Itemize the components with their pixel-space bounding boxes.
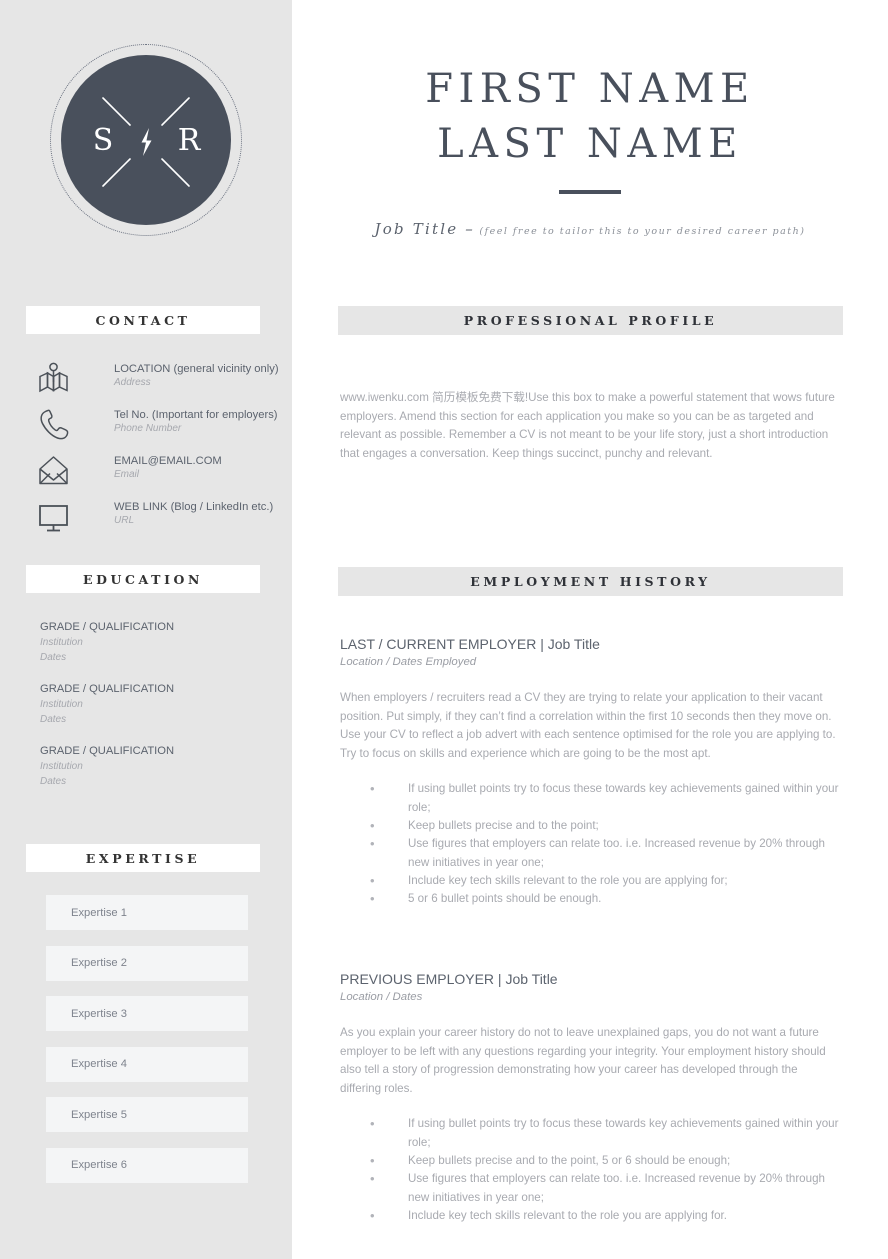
contact-sub-phone: Phone Number (114, 423, 182, 434)
list-item: Keep bullets precise and to the point; (340, 817, 840, 836)
logo-left-initial: S (93, 123, 114, 158)
contact-item-location: LOCATION (general vicinity only) Address (26, 356, 279, 402)
education-institution: Institution (40, 699, 83, 710)
list-item: Include key tech skills relevant to the … (340, 872, 840, 891)
expertise-item[interactable]: Expertise 6 (46, 1147, 248, 1183)
education-list: GRADE / QUALIFICATION Institution Dates … (40, 620, 275, 806)
contact-main-location: LOCATION (general vicinity only) (114, 363, 279, 375)
employer-bullet-list: If using bullet points try to focus thes… (340, 1115, 840, 1225)
education-item: GRADE / QUALIFICATION Institution Dates (40, 682, 275, 727)
contact-item-phone: Tel No. (Important for employers) Phone … (26, 402, 278, 448)
employment-entry-previous: PREVIOUS EMPLOYER | Job Title Location /… (340, 970, 840, 1225)
education-grade: GRADE / QUALIFICATION (40, 745, 175, 757)
contact-text-phone: Tel No. (Important for employers) Phone … (114, 408, 289, 436)
education-grade: GRADE / QUALIFICATION (40, 621, 175, 633)
sidebar-section-header-education: EDUCATION (26, 565, 260, 593)
education-dates: Dates (40, 714, 67, 725)
main-section-header-profile: PROFESSIONAL PROFILE (338, 306, 843, 335)
map-pin-icon (34, 360, 74, 398)
expertise-label: Expertise 4 (71, 1058, 127, 1070)
expertise-label: Expertise 5 (71, 1108, 127, 1121)
expertise-label: Expertise 1 (71, 906, 127, 919)
contact-text-email: EMAIL@EMAIL.COM Email (114, 454, 289, 482)
cv-page: S R CONTACT LOCATION (general vicinity o… (0, 0, 888, 1259)
contact-sub-email: Email (114, 469, 140, 480)
expertise-section-title: EXPERTISE (85, 850, 201, 866)
employer-heading: LAST / CURRENT EMPLOYER | Job Title (340, 636, 600, 652)
education-dates: Dates (40, 776, 67, 787)
education-institution: Institution (40, 761, 83, 772)
expertise-item[interactable]: Expertise 1 (46, 895, 248, 930)
expertise-item[interactable]: Expertise 4 (46, 1046, 248, 1082)
employer-subheading: Location / Dates Employed (340, 656, 477, 668)
expertise-item[interactable]: Expertise 3 (46, 996, 248, 1031)
first-name: FIRST NAME (425, 66, 755, 112)
contact-item-email: EMAIL@EMAIL.COM Email (26, 448, 276, 494)
last-name: LAST NAME (437, 121, 743, 167)
contact-main-email: EMAIL@EMAIL.COM (114, 455, 222, 467)
employer-heading: PREVIOUS EMPLOYER | Job Title (340, 971, 558, 987)
contact-main-phone: Tel No. (Important for employers) (114, 409, 278, 421)
title-divider (559, 190, 621, 194)
page-title: FIRST NAME LAST NAME (292, 62, 888, 172)
employment-section-title: EMPLOYMENT HISTORY (470, 574, 711, 589)
employer-subheading: Location / Dates (340, 991, 423, 1003)
list-item: If using bullet points try to focus thes… (340, 1115, 840, 1152)
expertise-label: Expertise 2 (71, 957, 127, 969)
profile-body-text: www.iwenku.com 简历模板免费下载!Use this box to … (340, 391, 835, 460)
main-section-header-employment: EMPLOYMENT HISTORY (338, 567, 843, 596)
contact-text-website: WEB LINK (Blog / LinkedIn etc.) URL (114, 500, 289, 528)
logo-right-initial: R (178, 123, 202, 158)
contact-list: LOCATION (general vicinity only) Address… (26, 356, 279, 540)
sidebar-section-header-contact: CONTACT (26, 306, 260, 334)
employer-paragraph: When employers / recruiters read a CV th… (340, 691, 836, 760)
education-grade: GRADE / QUALIFICATION (40, 683, 175, 695)
sidebar: S R CONTACT LOCATION (general vicinity o… (0, 0, 292, 1259)
list-item: 5 or 6 bullet points should be enough. (340, 890, 840, 909)
logo-artwork: S R (93, 97, 202, 187)
phone-icon (34, 406, 74, 444)
list-item: If using bullet points try to focus thes… (340, 780, 840, 817)
lightning-bolt-icon (141, 128, 152, 156)
expertise-item[interactable]: Expertise 5 (46, 1097, 248, 1132)
employer-paragraph: As you explain your career history do no… (340, 1026, 826, 1095)
sidebar-section-header-expertise: EXPERTISE (26, 844, 260, 872)
main-content: FIRST NAME LAST NAME Job Title – (feel f… (292, 0, 888, 1259)
expertise-label: Expertise 6 (71, 1159, 127, 1171)
contact-text-location: LOCATION (general vicinity only) Address (114, 362, 289, 390)
expertise-item[interactable]: Expertise 2 (46, 945, 248, 981)
list-item: Use figures that employers can relate to… (340, 1170, 840, 1207)
profile-section-title: PROFESSIONAL PROFILE (463, 313, 718, 328)
contact-sub-location: Address (114, 377, 151, 388)
employer-bullet-list: If using bullet points try to focus thes… (340, 780, 840, 908)
expertise-label: Expertise 3 (71, 1007, 127, 1020)
contact-item-website: WEB LINK (Blog / LinkedIn etc.) URL (26, 494, 276, 540)
job-title-text: Job Title – (374, 220, 475, 238)
envelope-icon (34, 452, 74, 490)
contact-main-website: WEB LINK (Blog / LinkedIn etc.) (114, 501, 274, 513)
expertise-list: Expertise 1 Expertise 2 Expertise 3 Expe… (46, 895, 248, 1198)
education-item: GRADE / QUALIFICATION Institution Dates (40, 620, 275, 665)
monogram-logo: S R (0, 44, 292, 240)
education-dates: Dates (40, 652, 67, 663)
list-item: Keep bullets precise and to the point, 5… (340, 1152, 840, 1171)
education-item: GRADE / QUALIFICATION Institution Dates (40, 744, 275, 789)
education-section-title: EDUCATION (82, 571, 204, 587)
contact-sub-website: URL (114, 515, 135, 526)
list-item: Use figures that employers can relate to… (340, 835, 840, 872)
education-institution: Institution (40, 637, 83, 648)
job-title-line: Job Title – (feel free to tailor this to… (292, 220, 888, 239)
employment-entry-current: LAST / CURRENT EMPLOYER | Job Title Loca… (340, 635, 840, 909)
monitor-icon (34, 498, 74, 536)
job-title-note: (feel free to tailor this to your desire… (479, 226, 806, 237)
list-item: Include key tech skills relevant to the … (340, 1207, 840, 1226)
contact-section-title: CONTACT (95, 312, 191, 328)
